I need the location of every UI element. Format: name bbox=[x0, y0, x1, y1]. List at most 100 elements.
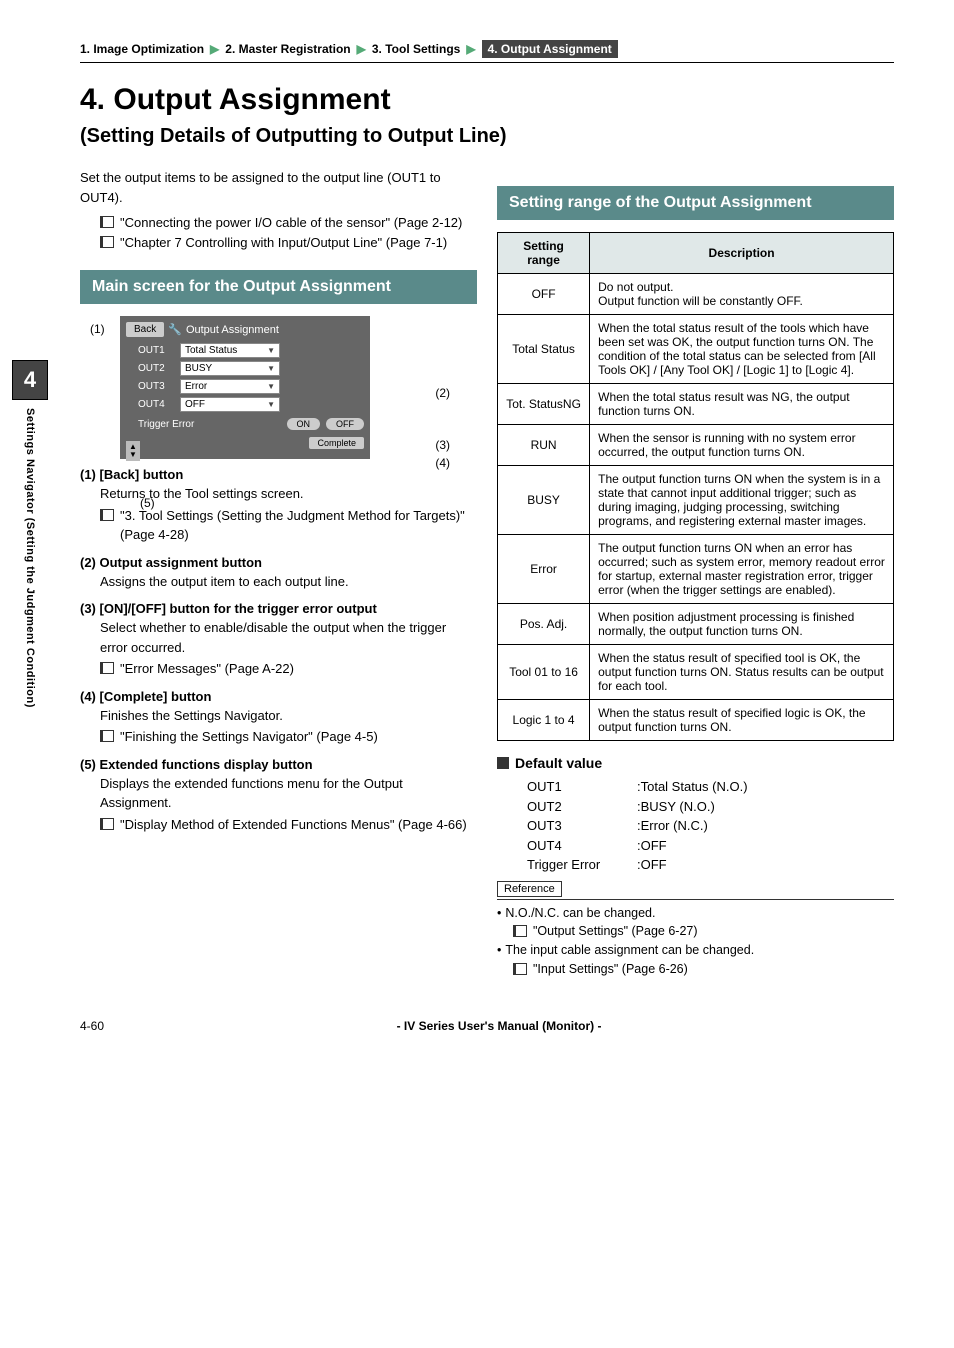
table-cell: BUSY bbox=[498, 466, 590, 535]
ref-link: "Chapter 7 Controlling with Input/Output… bbox=[120, 233, 447, 253]
breadcrumb-item: 2. Master Registration bbox=[225, 42, 350, 56]
chevron-right-icon: ▶ bbox=[210, 42, 219, 56]
item-body: Finishes the Settings Navigator. bbox=[100, 706, 477, 726]
breadcrumb-item: 1. Image Optimization bbox=[80, 42, 204, 56]
back-button[interactable]: Back bbox=[126, 322, 164, 337]
book-icon bbox=[100, 662, 114, 674]
callout: (1) bbox=[90, 322, 105, 336]
default-value: :Total Status (N.O.) bbox=[637, 777, 748, 797]
ref-link: "Input Settings" (Page 6-26) bbox=[533, 960, 688, 979]
setting-range-table: Setting range Description OFFDo not outp… bbox=[497, 232, 894, 741]
default-key: Trigger Error bbox=[527, 855, 637, 875]
item-body: Select whether to enable/disable the out… bbox=[100, 618, 477, 657]
item-heading: (4) [Complete] button bbox=[80, 689, 477, 704]
footer: 4-60 - IV Series User's Manual (Monitor)… bbox=[80, 1019, 894, 1033]
default-key: OUT1 bbox=[527, 777, 637, 797]
page-subtitle: (Setting Details of Outputting to Output… bbox=[80, 125, 894, 148]
out2-select[interactable]: BUSY▼ bbox=[180, 361, 280, 376]
breadcrumb-item: 3. Tool Settings bbox=[372, 42, 460, 56]
ref-link: "Output Settings" (Page 6-27) bbox=[533, 922, 698, 941]
table-cell: Tool 01 to 16 bbox=[498, 645, 590, 700]
note-text: N.O./N.C. can be changed. bbox=[505, 904, 655, 923]
callout: (5) bbox=[140, 496, 155, 510]
complete-button[interactable]: Complete bbox=[309, 437, 364, 449]
chevron-down-icon: ▼ bbox=[267, 400, 275, 409]
out4-select[interactable]: OFF▼ bbox=[180, 397, 280, 412]
book-icon bbox=[100, 818, 114, 830]
reference-notes: •N.O./N.C. can be changed. "Output Setti… bbox=[497, 899, 894, 979]
breadcrumb-current: 4. Output Assignment bbox=[482, 40, 618, 58]
ref-link: "3. Tool Settings (Setting the Judgment … bbox=[120, 506, 477, 545]
table-cell: When the total status result of the tool… bbox=[590, 315, 894, 384]
diagram-title: 🔧Output Assignment bbox=[168, 323, 279, 336]
item-body: Displays the extended functions menu for… bbox=[100, 774, 477, 813]
item-heading: (5) Extended functions display button bbox=[80, 757, 477, 772]
reference-label: Reference bbox=[497, 881, 562, 897]
book-icon bbox=[513, 963, 527, 975]
square-icon bbox=[497, 757, 509, 769]
book-icon bbox=[100, 236, 114, 248]
item-heading: (2) Output assignment button bbox=[80, 555, 477, 570]
default-key: OUT4 bbox=[527, 836, 637, 856]
ref-link: "Error Messages" (Page A-22) bbox=[120, 659, 294, 679]
table-cell: Error bbox=[498, 535, 590, 604]
default-value: :OFF bbox=[637, 855, 667, 875]
table-cell: Total Status bbox=[498, 315, 590, 384]
item-heading: (1) [Back] button bbox=[80, 467, 477, 482]
page-title: 4. Output Assignment bbox=[80, 83, 894, 117]
table-cell: RUN bbox=[498, 425, 590, 466]
table-cell: The output function turns ON when the sy… bbox=[590, 466, 894, 535]
callout: (2) bbox=[435, 386, 450, 400]
default-value-heading: Default value bbox=[497, 755, 894, 771]
table-cell: OFF bbox=[498, 274, 590, 315]
out-label: OUT2 bbox=[138, 363, 174, 374]
note-text: The input cable assignment can be change… bbox=[505, 941, 754, 960]
table-cell: The output function turns ON when an err… bbox=[590, 535, 894, 604]
out-label: OUT4 bbox=[138, 399, 174, 410]
book-icon bbox=[100, 730, 114, 742]
chevron-down-icon: ▼ bbox=[267, 364, 275, 373]
table-cell: When the total status result was NG, the… bbox=[590, 384, 894, 425]
table-cell: Tot. StatusNG bbox=[498, 384, 590, 425]
chapter-label: Settings Navigator (Setting the Judgment… bbox=[24, 408, 36, 708]
trigger-error-label: Trigger Error bbox=[138, 419, 281, 430]
out3-select[interactable]: Error▼ bbox=[180, 379, 280, 394]
footer-title: - IV Series User's Manual (Monitor) - bbox=[104, 1019, 894, 1033]
table-cell: When position adjustment processing is f… bbox=[590, 604, 894, 645]
item-body: Returns to the Tool settings screen. bbox=[100, 484, 477, 504]
diagram: (1) (2) (3) (4) (5) Back 🔧Output Assignm… bbox=[120, 316, 420, 459]
book-icon bbox=[100, 509, 114, 521]
default-value: :OFF bbox=[637, 836, 667, 856]
chevron-down-icon: ▼ bbox=[267, 382, 275, 391]
section-header: Setting range of the Output Assignment bbox=[497, 186, 894, 220]
defaults-list: OUT1:Total Status (N.O.)OUT2:BUSY (N.O.)… bbox=[527, 777, 894, 875]
wrench-icon: 🔧 bbox=[168, 323, 182, 336]
default-value: :Error (N.C.) bbox=[637, 816, 708, 836]
table-cell: Do not output. Output function will be c… bbox=[590, 274, 894, 315]
table-header: Description bbox=[590, 233, 894, 274]
intro-text: Set the output items to be assigned to t… bbox=[80, 168, 477, 207]
table-cell: When the status result of specified logi… bbox=[590, 700, 894, 741]
default-key: OUT3 bbox=[527, 816, 637, 836]
table-header: Setting range bbox=[498, 233, 590, 274]
default-value: :BUSY (N.O.) bbox=[637, 797, 715, 817]
off-button[interactable]: OFF bbox=[326, 418, 364, 430]
chapter-number: 4 bbox=[12, 360, 48, 400]
default-key: OUT2 bbox=[527, 797, 637, 817]
book-icon bbox=[513, 925, 527, 937]
table-cell: When the status result of specified tool… bbox=[590, 645, 894, 700]
on-button[interactable]: ON bbox=[287, 418, 321, 430]
breadcrumb: 1. Image Optimization ▶ 2. Master Regist… bbox=[80, 40, 894, 63]
ref-link: "Connecting the power I/O cable of the s… bbox=[120, 213, 462, 233]
out1-select[interactable]: Total Status▼ bbox=[180, 343, 280, 358]
side-tab: 4 Settings Navigator (Setting the Judgme… bbox=[12, 360, 48, 708]
item-heading: (3) [ON]/[OFF] button for the trigger er… bbox=[80, 601, 477, 616]
book-icon bbox=[100, 216, 114, 228]
extended-functions-button[interactable]: ▲▼ bbox=[126, 441, 140, 461]
callout: (4) bbox=[435, 456, 450, 470]
page-number: 4-60 bbox=[80, 1019, 104, 1033]
out-label: OUT1 bbox=[138, 345, 174, 356]
item-body: Assigns the output item to each output l… bbox=[100, 572, 477, 592]
chevron-right-icon: ▶ bbox=[466, 42, 475, 56]
ref-link: "Finishing the Settings Navigator" (Page… bbox=[120, 727, 378, 747]
